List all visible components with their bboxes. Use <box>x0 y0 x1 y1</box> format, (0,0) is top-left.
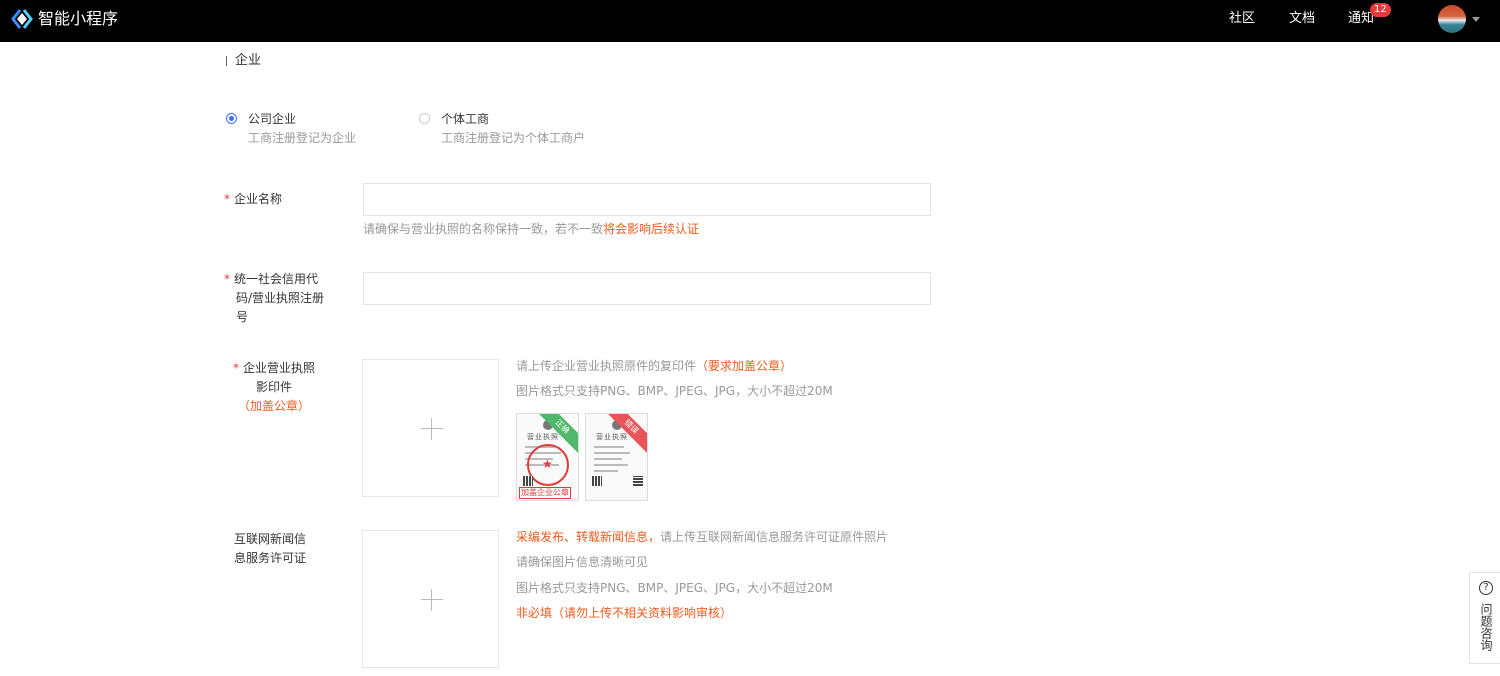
news-permit-label: 互联网新闻信 息服务许可证 <box>234 532 307 565</box>
news-permit-clarity-hint: 请确保图片信息清晰可见 <box>516 555 649 569</box>
radio-company[interactable] <box>226 113 237 124</box>
required-mark: * <box>224 192 230 206</box>
nav-community[interactable]: 社区 <box>1229 11 1255 27</box>
company-name-input[interactable] <box>363 183 931 216</box>
company-name-label: * 企业名称 <box>224 192 283 206</box>
license-label: * 企业营业执照 影印件 （加盖公章） <box>232 361 315 413</box>
radio-individual-desc: 工商注册登记为个体工商户 <box>441 131 586 145</box>
section-title: 企业 <box>235 53 262 68</box>
section-title-bar <box>226 56 227 66</box>
license-upload-hint: 请上传企业营业执照原件的复印件（要求加盖公章） <box>516 359 793 373</box>
chevron-down-icon[interactable] <box>1472 17 1480 22</box>
credit-code-input[interactable] <box>363 272 931 305</box>
company-name-hint: 请确保与营业执照的名称保持一致，若不一致将会影响后续认证 <box>363 222 700 236</box>
license-format-hint: 图片格式只支持PNG、BMP、JPEG、JPG，大小不超过20M <box>516 384 833 398</box>
user-avatar[interactable] <box>1438 5 1466 33</box>
qr-code-icon <box>592 476 602 486</box>
nav-docs[interactable]: 文档 <box>1289 11 1315 27</box>
help-consult-tab[interactable]: ? 问题咨询 <box>1469 572 1500 664</box>
license-upload-button[interactable] <box>362 359 499 497</box>
top-navbar: 智能小程序 社区 文档 通知 12 <box>0 0 1500 42</box>
credit-code-label: * 统一社会信用代 码/营业执照注册 号 <box>224 272 325 324</box>
license-sample-wrong: 营业执照 错误 <box>585 413 648 501</box>
news-permit-upload-button[interactable] <box>362 530 499 668</box>
qr-code-icon <box>523 476 533 486</box>
question-icon: ? <box>1479 581 1493 595</box>
brand-name[interactable]: 智能小程序 <box>38 9 118 29</box>
radio-individual[interactable] <box>419 113 430 124</box>
radio-individual-label[interactable]: 个体工商 <box>441 112 489 126</box>
plus-icon <box>421 599 443 600</box>
license-sample-correct: 营业执照 ★ 加盖企业公章 正确 <box>516 413 579 501</box>
app-logo-icon[interactable] <box>11 8 33 30</box>
news-permit-format-hint: 图片格式只支持PNG、BMP、JPEG、JPG，大小不超过20M <box>516 581 833 595</box>
plus-icon <box>421 428 443 429</box>
news-permit-optional-note: 非必填（请勿上传不相关资料影响审核） <box>516 606 733 620</box>
notification-count-badge: 12 <box>1370 3 1391 17</box>
help-consult-label: 问题咨询 <box>1479 603 1493 651</box>
radio-company-desc: 工商注册登记为企业 <box>248 131 357 145</box>
news-permit-hint: 采编发布、转载新闻信息，请上传互联网新闻信息服务许可证原件照片 <box>516 530 889 544</box>
radio-company-label[interactable]: 公司企业 <box>248 112 296 126</box>
